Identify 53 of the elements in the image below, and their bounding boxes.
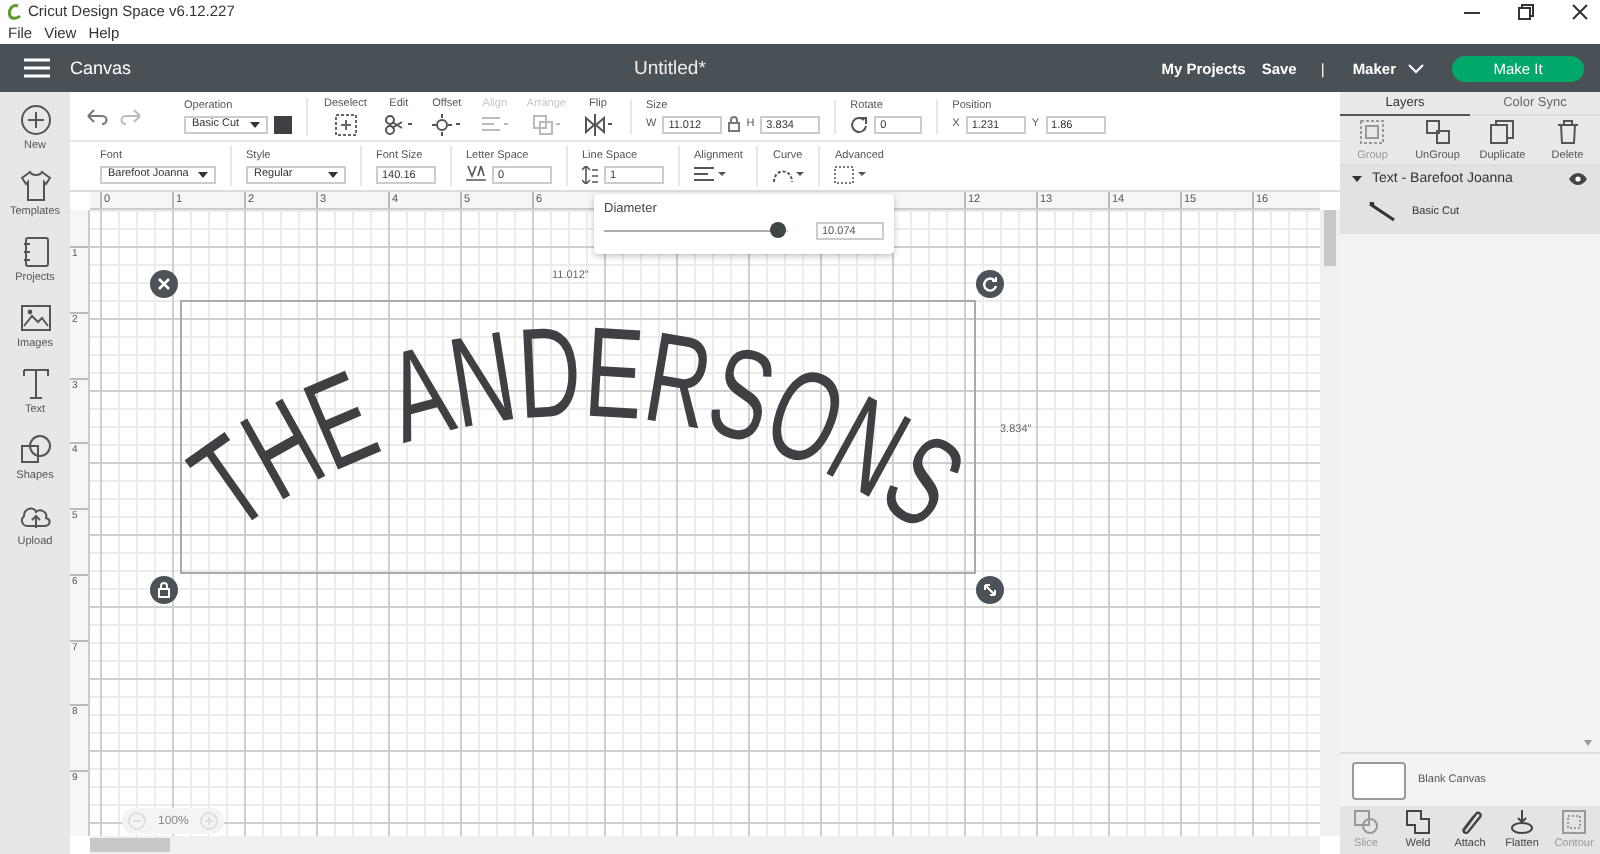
flip-icon xyxy=(581,113,614,135)
line-spacing-icon xyxy=(582,165,598,183)
rotate-handle-icon[interactable] xyxy=(976,270,1004,298)
letter-spacing-icon xyxy=(466,166,486,182)
resize-handle-icon[interactable] xyxy=(976,576,1004,604)
group-icon xyxy=(1360,119,1385,143)
curve-text-icon[interactable] xyxy=(772,165,805,183)
eye-icon[interactable] xyxy=(1568,171,1588,185)
paperclip-icon xyxy=(1458,810,1482,834)
caret-icon xyxy=(328,171,338,177)
scissors-icon xyxy=(382,113,415,135)
rotate-icon xyxy=(850,115,869,133)
caret-icon xyxy=(198,171,208,177)
close-handle-icon[interactable] xyxy=(150,270,178,298)
lock-handle-icon[interactable] xyxy=(150,576,178,604)
chevron-icon xyxy=(1408,63,1424,73)
shapes-icon xyxy=(19,434,51,466)
slider-thumb[interactable] xyxy=(770,222,787,238)
blade-icon xyxy=(1368,202,1396,222)
caret-icon xyxy=(250,121,260,127)
selection-box[interactable] xyxy=(180,300,976,574)
document-title: Untitled* xyxy=(634,57,708,79)
plus-circle-icon xyxy=(19,104,51,136)
text-icon xyxy=(19,368,51,400)
section-title: Canvas xyxy=(70,58,134,78)
image-icon xyxy=(19,302,51,334)
notebook-icon xyxy=(19,236,51,268)
trash-icon xyxy=(1555,119,1580,143)
weld-icon xyxy=(1406,810,1430,834)
dashed-plus-icon xyxy=(329,113,362,135)
expand-caret-icon[interactable] xyxy=(1352,173,1362,183)
scrollbar-thumb[interactable] xyxy=(90,838,170,852)
scroll-down-arrow-icon[interactable] xyxy=(1584,740,1592,746)
scrollbar-thumb[interactable] xyxy=(1324,210,1336,266)
undo-icon[interactable] xyxy=(86,107,110,125)
menu-icon[interactable] xyxy=(24,58,50,78)
lock-icon[interactable] xyxy=(728,116,741,132)
layers-icon xyxy=(530,113,563,135)
ungroup-icon xyxy=(1425,119,1450,143)
close-icon[interactable] xyxy=(1572,3,1588,19)
canvas-swatch[interactable] xyxy=(1352,761,1406,799)
app-logo-icon xyxy=(8,3,22,19)
advanced-icon[interactable] xyxy=(834,165,867,183)
duplicate-icon xyxy=(1490,119,1515,143)
slice-icon xyxy=(1354,810,1378,834)
sun-icon xyxy=(430,113,463,135)
flatten-icon xyxy=(1510,810,1534,834)
align-icon xyxy=(478,113,511,135)
shirt-icon xyxy=(19,170,51,202)
maximize-icon[interactable] xyxy=(1518,3,1534,19)
contour-icon xyxy=(1562,810,1586,834)
align-left-icon[interactable] xyxy=(694,165,726,183)
color-swatch[interactable] xyxy=(274,115,292,133)
